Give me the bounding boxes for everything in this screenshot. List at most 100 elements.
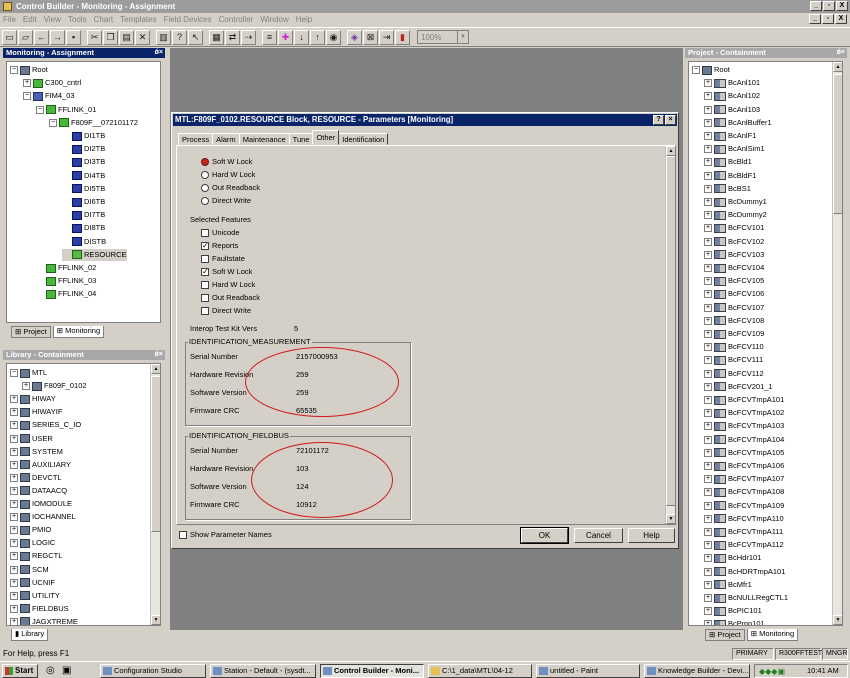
task-folder[interactable]: C:\1_data\MTL\04-12 <box>428 664 532 678</box>
tab-process[interactable]: Process <box>178 133 214 145</box>
menu-field-devices[interactable]: Field Devices <box>164 13 212 26</box>
move-down-icon[interactable]: ↓ <box>294 29 309 45</box>
tree-item[interactable]: + BcFCV105 <box>704 275 764 287</box>
tree-item[interactable]: + BcFCV112 <box>704 368 764 380</box>
library-scrollbar[interactable]: ▲ ▼ <box>150 364 160 625</box>
scroll-down-icon[interactable]: ▼ <box>151 615 160 625</box>
tree-item[interactable]: + BcFCV103 <box>704 249 764 261</box>
dialog-help-icon[interactable]: ? <box>653 115 664 125</box>
radio-out-readback[interactable]: Out Readback <box>201 183 260 193</box>
tree-item[interactable]: + BcBld1 <box>704 156 752 168</box>
mdi-close-button[interactable]: X <box>835 14 847 24</box>
save-icon[interactable]: ▪ <box>66 29 81 45</box>
expand-icon[interactable]: + <box>704 264 712 273</box>
tree-item[interactable]: + C300_cntrl <box>23 77 81 89</box>
tab-monitoring[interactable]: ⊞ Monitoring <box>52 326 105 338</box>
tree-item[interactable]: + IOMODULE <box>10 498 72 510</box>
scroll-up-icon[interactable]: ▲ <box>151 364 160 374</box>
tree-item[interactable]: + DATAACQ <box>10 485 67 497</box>
monitor-icon[interactable]: ◈ <box>347 29 362 45</box>
expand-icon[interactable]: + <box>704 396 712 405</box>
tree-item[interactable]: + BcFCV108 <box>704 315 764 327</box>
expand-icon[interactable]: + <box>704 343 712 352</box>
expand-icon[interactable]: + <box>704 211 712 220</box>
mdi-restore-button[interactable]: ▫ <box>822 14 834 24</box>
add-icon[interactable]: ✚ <box>278 29 293 45</box>
expand-icon[interactable]: + <box>704 330 712 339</box>
minimize-button[interactable]: _ <box>810 1 822 11</box>
menu-file[interactable]: File <box>3 13 16 26</box>
tree-item[interactable]: + BcFCVTmpA108 <box>704 486 784 498</box>
expand-icon[interactable]: + <box>704 501 712 510</box>
start-button[interactable]: Start <box>2 664 38 678</box>
radio-soft-w-lock[interactable]: Soft W Lock <box>201 157 252 167</box>
expand-icon[interactable]: + <box>704 435 712 444</box>
expand-icon[interactable]: + <box>10 591 18 600</box>
tree-item[interactable]: + SCM <box>10 564 49 576</box>
scroll-up-icon[interactable]: ▲ <box>833 62 842 72</box>
dialog-scrollbar[interactable]: ▲ ▼ <box>665 146 675 524</box>
tree-item[interactable]: + BcDummy1 <box>704 196 767 208</box>
tree-item[interactable]: + F809F_0102 <box>22 380 87 392</box>
mdi-minimize-button[interactable]: _ <box>809 14 821 24</box>
tree-item[interactable]: DI7TB <box>62 209 105 221</box>
collapse-icon[interactable]: − <box>23 92 31 101</box>
tree-item[interactable]: DI4TB <box>62 170 105 182</box>
expand-icon[interactable]: + <box>10 552 18 561</box>
tree-item[interactable]: + BcFCVTmpA112 <box>704 539 784 551</box>
back-icon[interactable]: ← <box>34 29 49 45</box>
assignment-tree[interactable]: − Root + C300_cntrl − FIM4_03− FFLINK_01− F809F… <box>6 61 161 323</box>
expand-icon[interactable]: + <box>704 541 712 550</box>
tree-item[interactable]: + BcFCVTmpA111 <box>704 526 783 538</box>
expand-icon[interactable]: + <box>704 79 712 88</box>
checkbox-soft-w-lock[interactable]: ✓ Soft W Lock <box>201 267 252 277</box>
expand-icon[interactable]: + <box>704 567 712 576</box>
expand-icon[interactable]: + <box>704 290 712 299</box>
scroll-thumb[interactable] <box>151 376 160 532</box>
expand-icon[interactable]: + <box>10 500 18 509</box>
forward-icon[interactable]: → <box>50 29 65 45</box>
expand-icon[interactable]: + <box>10 617 18 625</box>
expand-icon[interactable]: + <box>10 421 18 430</box>
panel-close-icon[interactable]: ǿ× <box>837 48 845 58</box>
tree-item[interactable]: + LOGIC <box>10 537 55 549</box>
tree-item[interactable]: DI3TB <box>62 156 105 168</box>
collapse-icon[interactable]: − <box>36 105 44 114</box>
tree-item[interactable]: + BcAnlSim1 <box>704 143 765 155</box>
expand-icon[interactable]: + <box>10 447 18 456</box>
tree-item[interactable]: + BcFCV102 <box>704 236 764 248</box>
tree-item[interactable]: DI5TB <box>62 183 105 195</box>
tree-item[interactable]: − FIM4_03 <box>23 90 75 102</box>
tree-item[interactable]: + BcFCV104 <box>704 262 764 274</box>
menu-templates[interactable]: Templates <box>120 13 156 26</box>
expand-icon[interactable]: + <box>704 422 712 431</box>
expand-icon[interactable]: + <box>704 237 712 246</box>
tree-item[interactable]: + BcAnl101 <box>704 77 760 89</box>
expand-icon[interactable]: + <box>10 395 18 404</box>
copy-icon[interactable]: ❐ <box>103 29 118 45</box>
tree-item[interactable]: + BcAnlF1 <box>704 130 756 142</box>
expand-icon[interactable]: + <box>704 369 712 378</box>
ie-icon[interactable]: ◎ <box>46 665 55 676</box>
help-icon[interactable]: ? <box>172 29 187 45</box>
tree-item[interactable]: + BcFCV201_1 <box>704 381 773 393</box>
expand-icon[interactable]: + <box>10 565 18 574</box>
tab-monitoring[interactable]: ⊞ Monitoring <box>746 629 799 641</box>
checkbox-out-readback[interactable]: Out Readback <box>201 293 260 303</box>
print-icon[interactable]: ▥ <box>156 29 171 45</box>
tree-item[interactable]: − MTL <box>10 367 47 379</box>
tree-item[interactable]: + REGCTL <box>10 550 62 562</box>
dialog-close-icon[interactable]: × <box>665 115 676 125</box>
expand-icon[interactable]: + <box>704 475 712 484</box>
expand-icon[interactable]: + <box>10 486 18 495</box>
tree-item[interactable]: − F809F__072101172 <box>49 117 138 129</box>
tab-library[interactable]: ▮ Library <box>11 629 49 641</box>
tree-item[interactable]: + BcHDRTmpA101 <box>704 566 785 578</box>
load-icon[interactable]: ⇥ <box>379 29 394 45</box>
expand-icon[interactable]: + <box>10 604 18 613</box>
expand-icon[interactable]: + <box>10 434 18 443</box>
collapse-icon[interactable]: − <box>49 118 57 127</box>
expand-icon[interactable]: + <box>704 118 712 127</box>
tree-item[interactable]: + IOCHANNEL <box>10 511 76 523</box>
menu-chart[interactable]: Chart <box>94 13 114 26</box>
